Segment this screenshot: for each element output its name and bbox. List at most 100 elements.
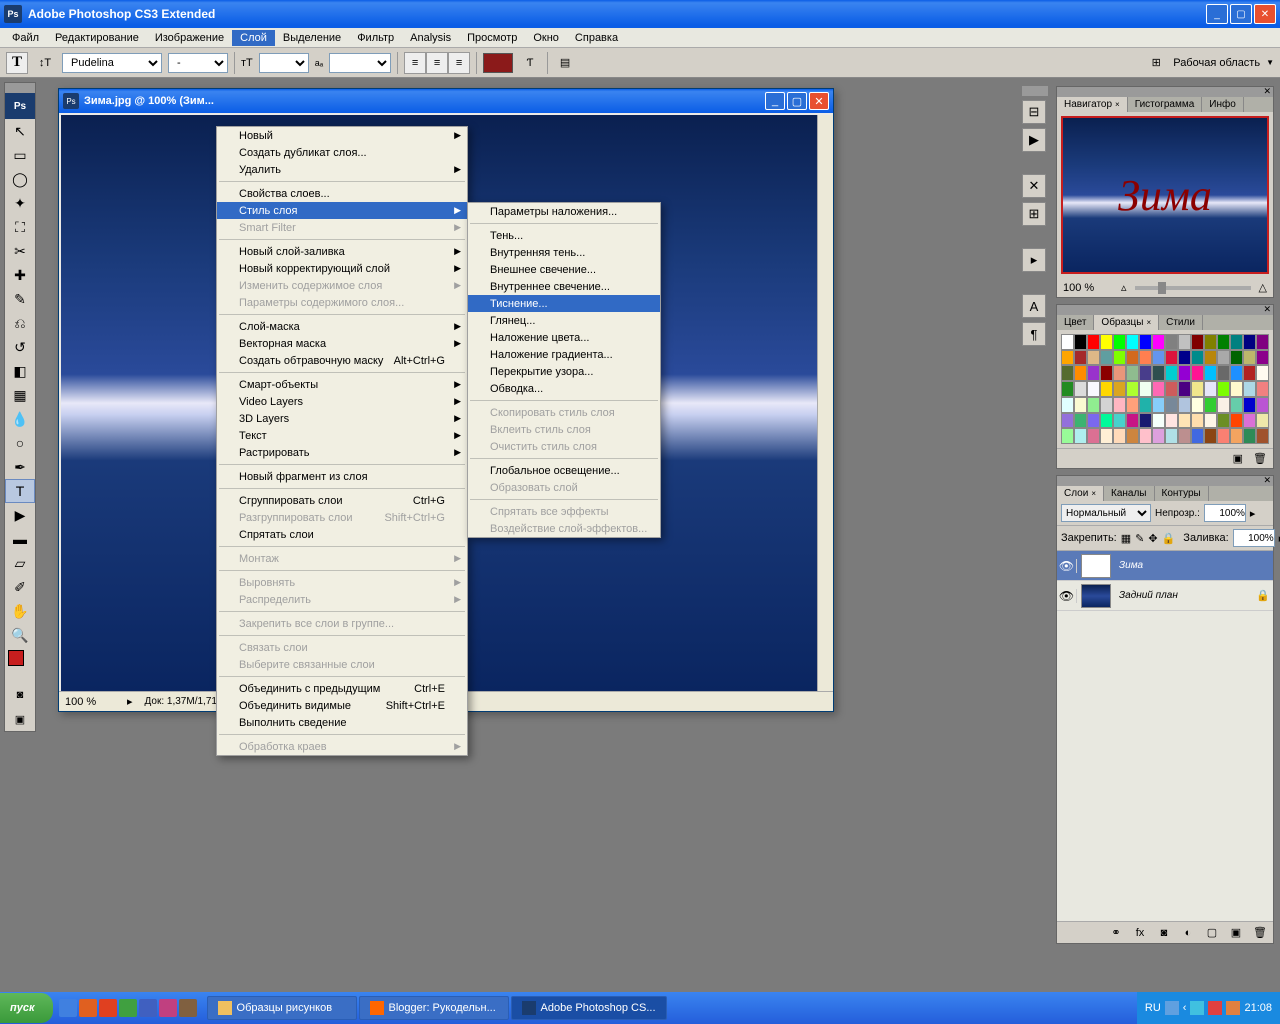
swatch[interactable] — [1230, 334, 1243, 350]
swatch[interactable] — [1113, 428, 1126, 444]
swatch[interactable] — [1256, 350, 1269, 366]
swatch[interactable] — [1217, 334, 1230, 350]
swatch[interactable] — [1126, 381, 1139, 397]
swatch[interactable] — [1191, 350, 1204, 366]
swatch[interactable] — [1074, 350, 1087, 366]
swatch[interactable] — [1204, 397, 1217, 413]
swatch[interactable] — [1087, 365, 1100, 381]
swatch[interactable] — [1243, 397, 1256, 413]
lang-indicator[interactable]: RU — [1145, 1002, 1161, 1014]
swatches-tabs[interactable]: ЦветОбразцы×Стили — [1057, 315, 1273, 330]
menu-item[interactable]: Спрятать слои — [217, 526, 467, 543]
swatch[interactable] — [1217, 365, 1230, 381]
swatch[interactable] — [1230, 397, 1243, 413]
swatch[interactable] — [1230, 428, 1243, 444]
menu-item[interactable]: Стиль слоя▶ — [217, 202, 467, 219]
hand-tool[interactable]: ✋ — [5, 599, 35, 623]
swatch[interactable] — [1165, 365, 1178, 381]
visibility-icon[interactable]: 👁 — [1057, 559, 1077, 573]
swatch[interactable] — [1204, 428, 1217, 444]
swatch[interactable] — [1230, 381, 1243, 397]
move-tool[interactable]: ↖ — [5, 119, 35, 143]
zoom-tool[interactable]: 🔍 — [5, 623, 35, 647]
doc-close-button[interactable]: ✕ — [809, 92, 829, 110]
swatch[interactable] — [1126, 413, 1139, 429]
menu-item[interactable]: Перекрытие узора... — [468, 363, 660, 380]
menu-item[interactable]: Свойства слоев... — [217, 185, 467, 202]
panel-tab[interactable]: Инфо — [1202, 97, 1244, 112]
ql-icon[interactable] — [59, 999, 77, 1017]
menu-item[interactable]: 3D Layers▶ — [217, 410, 467, 427]
crop-tool[interactable]: ⛶ — [5, 215, 35, 239]
menu-item[interactable]: Файл — [4, 30, 47, 46]
swatch[interactable] — [1100, 413, 1113, 429]
dock-brushes-icon[interactable]: ⊟ — [1022, 100, 1046, 124]
swatch[interactable] — [1087, 381, 1100, 397]
menu-item[interactable]: Слой-маска▶ — [217, 318, 467, 335]
swatch[interactable] — [1087, 413, 1100, 429]
swatch[interactable] — [1217, 350, 1230, 366]
swatch[interactable] — [1061, 397, 1074, 413]
character-panel-button[interactable]: ▤ — [554, 52, 576, 74]
menu-item[interactable]: Параметры наложения... — [468, 203, 660, 220]
menu-item[interactable]: Слой — [232, 30, 275, 46]
swatch[interactable] — [1113, 365, 1126, 381]
swatch[interactable] — [1256, 413, 1269, 429]
stamp-tool[interactable]: ⎌ — [5, 311, 35, 335]
swatch[interactable] — [1113, 397, 1126, 413]
swatch[interactable] — [1230, 413, 1243, 429]
menu-item[interactable]: Внутренняя тень... — [468, 244, 660, 261]
blur-tool[interactable]: 💧 — [5, 407, 35, 431]
tray-expand-icon[interactable]: ‹ — [1183, 1002, 1187, 1014]
lock-all-icon[interactable]: 🔒 — [1162, 530, 1176, 546]
tray-icon[interactable] — [1190, 1001, 1204, 1015]
ql-icon[interactable] — [99, 999, 117, 1017]
main-menubar[interactable]: ФайлРедактированиеИзображениеСлойВыделен… — [0, 28, 1280, 48]
swatch[interactable] — [1113, 413, 1126, 429]
adjustment-layer-icon[interactable]: ◐ — [1179, 924, 1197, 942]
swatch[interactable] — [1243, 428, 1256, 444]
dock-paragraph-icon[interactable]: ¶ — [1022, 322, 1046, 346]
layer-style-submenu[interactable]: Параметры наложения...Тень...Внутренняя … — [467, 202, 661, 538]
taskbar-task[interactable]: Adobe Photoshop CS... — [511, 996, 667, 1020]
menu-item[interactable]: Внешнее свечение... — [468, 261, 660, 278]
orientation-icon[interactable]: ↕T — [34, 52, 56, 74]
doc-minimize-button[interactable]: _ — [765, 92, 785, 110]
menu-item[interactable]: Справка — [567, 30, 626, 46]
align-center-button[interactable]: ≡ — [426, 52, 448, 74]
menu-item[interactable]: Текст▶ — [217, 427, 467, 444]
swatch[interactable] — [1100, 350, 1113, 366]
tray-icon[interactable] — [1165, 1001, 1179, 1015]
dock-tool-presets-icon[interactable]: ✕ — [1022, 174, 1046, 198]
swatch[interactable] — [1139, 397, 1152, 413]
swatch[interactable] — [1061, 413, 1074, 429]
swatch[interactable] — [1191, 397, 1204, 413]
swatch[interactable] — [1087, 350, 1100, 366]
navigator-thumbnail[interactable]: Зима — [1061, 116, 1269, 274]
swatch[interactable] — [1165, 381, 1178, 397]
swatch[interactable] — [1204, 365, 1217, 381]
panel-tab[interactable]: Слои× — [1057, 486, 1104, 501]
swatch[interactable] — [1217, 381, 1230, 397]
lock-pixels-icon[interactable]: ✎ — [1135, 530, 1144, 546]
swatch[interactable] — [1139, 350, 1152, 366]
swatch[interactable] — [1165, 334, 1178, 350]
eraser-tool[interactable]: ◧ — [5, 359, 35, 383]
swatch[interactable] — [1256, 365, 1269, 381]
swatch[interactable] — [1100, 428, 1113, 444]
ql-icon[interactable] — [139, 999, 157, 1017]
swatch[interactable] — [1165, 428, 1178, 444]
swatch[interactable] — [1178, 397, 1191, 413]
swatch[interactable] — [1243, 334, 1256, 350]
screen-mode-button[interactable]: ▣ — [5, 707, 35, 731]
swatch[interactable] — [1204, 334, 1217, 350]
swatch[interactable] — [1204, 413, 1217, 429]
swatch[interactable] — [1100, 397, 1113, 413]
gradient-tool[interactable]: ▦ — [5, 383, 35, 407]
pen-tool[interactable]: ✒ — [5, 455, 35, 479]
swatch[interactable] — [1061, 428, 1074, 444]
window-close-button[interactable]: ✕ — [1254, 4, 1276, 24]
fg-bg-colors[interactable] — [5, 647, 35, 683]
link-layers-icon[interactable]: ⚭ — [1107, 924, 1125, 942]
menu-item[interactable]: Объединить с предыдущимCtrl+E — [217, 680, 467, 697]
